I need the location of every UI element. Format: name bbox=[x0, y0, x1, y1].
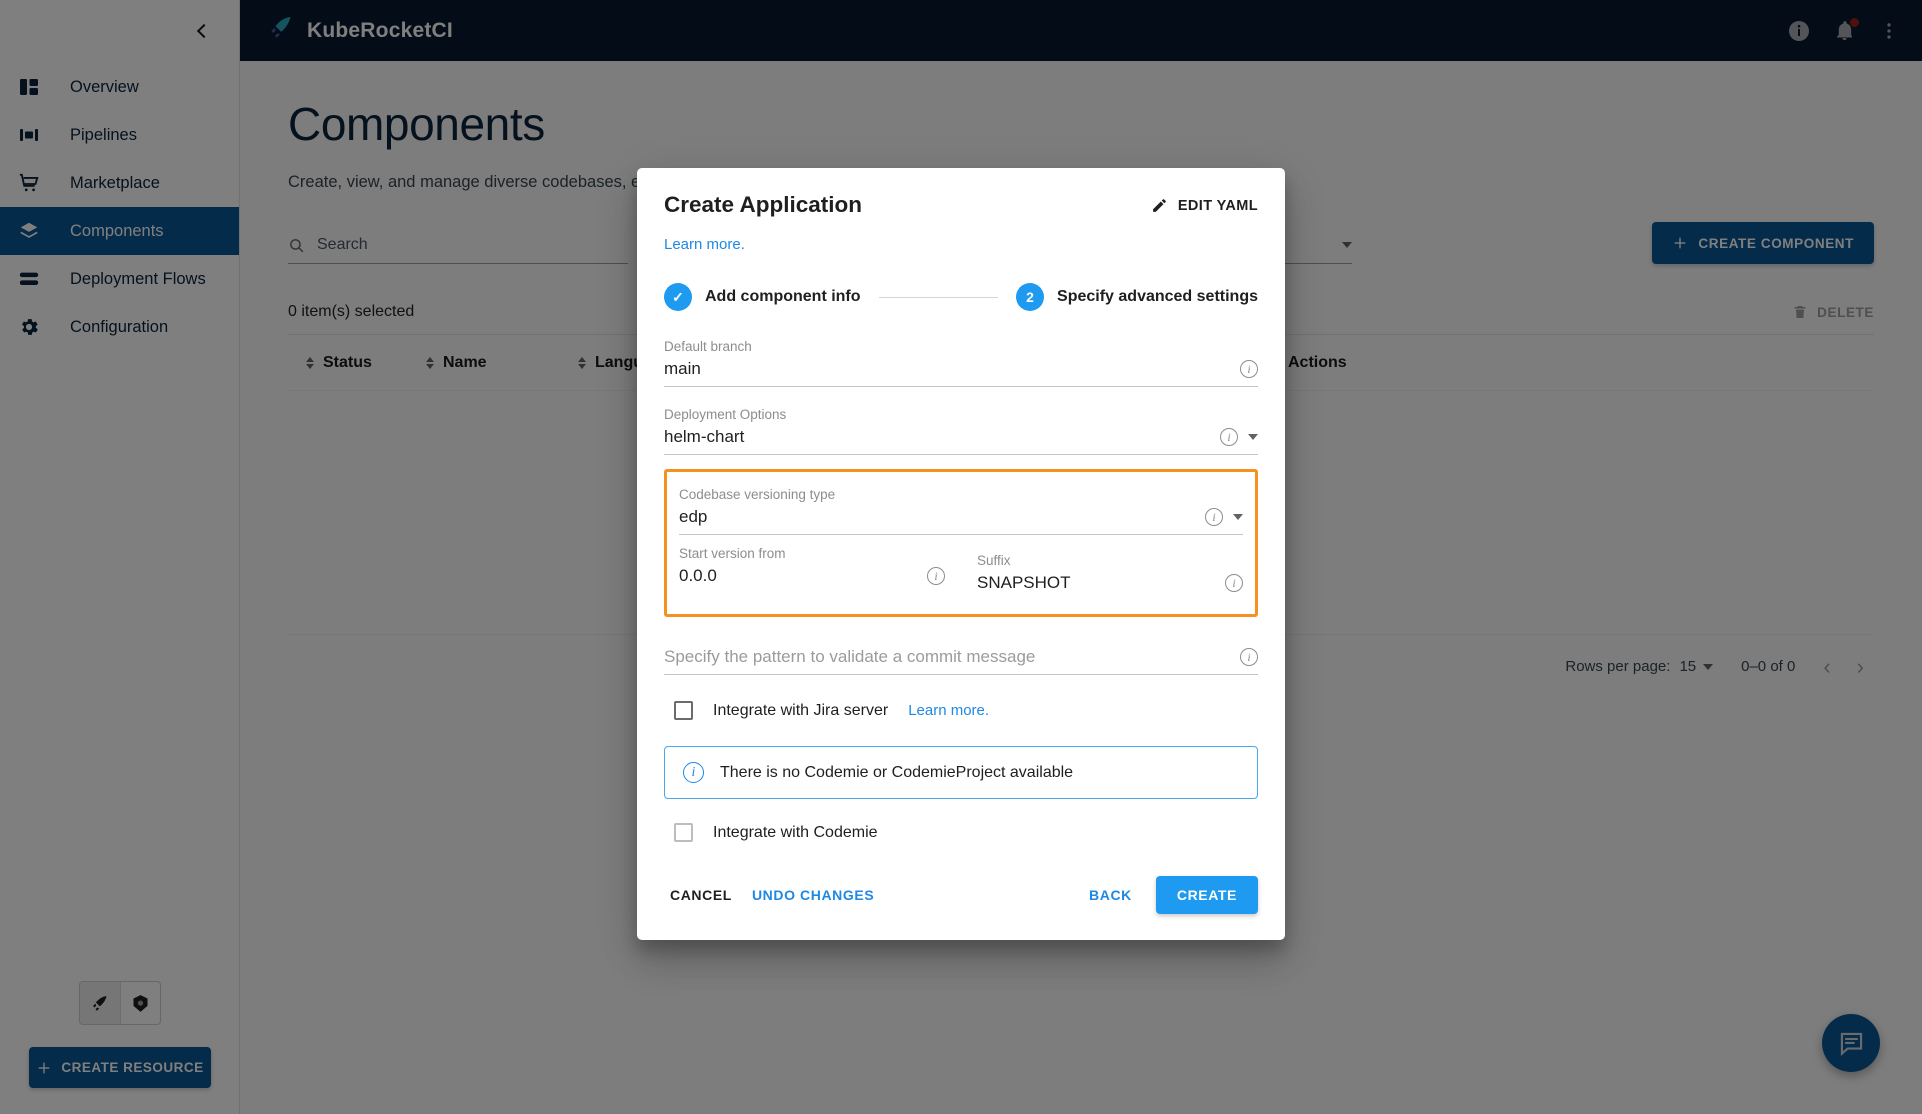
create-application-dialog: Create Application EDIT YAML Learn more.… bbox=[637, 168, 1285, 940]
step-badge: ✓ bbox=[664, 283, 692, 311]
field-label: Suffix bbox=[977, 553, 1243, 568]
field-suffix: Suffix SNAPSHOT i bbox=[977, 535, 1243, 600]
field-row[interactable]: 0.0.0 i bbox=[679, 566, 945, 593]
info-icon[interactable]: i bbox=[1205, 508, 1223, 526]
jira-learn-more-link[interactable]: Learn more. bbox=[908, 702, 989, 719]
back-button[interactable]: BACK bbox=[1075, 879, 1146, 911]
versioning-type-select[interactable]: edp bbox=[679, 507, 1195, 527]
info-icon[interactable]: i bbox=[1225, 574, 1243, 592]
stepper-connector bbox=[879, 297, 999, 298]
step-add-component-info[interactable]: ✓ Add component info bbox=[664, 283, 861, 311]
create-button[interactable]: CREATE bbox=[1156, 876, 1258, 914]
field-codebase-versioning-type: Codebase versioning type edp i bbox=[679, 476, 1243, 535]
field-row[interactable]: Specify the pattern to validate a commit… bbox=[664, 647, 1258, 675]
field-label: Codebase versioning type bbox=[679, 487, 1243, 502]
codemie-alert-text: There is no Codemie or CodemieProject av… bbox=[720, 764, 1073, 782]
info-icon[interactable]: i bbox=[1240, 648, 1258, 666]
dialog-title: Create Application bbox=[664, 192, 862, 218]
field-row[interactable]: SNAPSHOT i bbox=[977, 573, 1243, 600]
versioning-highlight-box: Codebase versioning type edp i Start ver… bbox=[664, 469, 1258, 617]
field-label: Start version from bbox=[679, 546, 945, 561]
integrate-codemie-checkbox[interactable] bbox=[674, 823, 693, 842]
field-adornments: i bbox=[927, 567, 945, 585]
suffix-input[interactable]: SNAPSHOT bbox=[977, 573, 1215, 593]
dialog-stepper: ✓ Add component info 2 Specify advanced … bbox=[664, 283, 1258, 311]
field-row[interactable]: edp i bbox=[679, 507, 1243, 535]
field-adornments: i bbox=[1225, 574, 1243, 592]
app-root: Overview Pipelines Marketplace bbox=[0, 0, 1922, 1114]
field-start-version-from: Start version from 0.0.0 i bbox=[679, 535, 945, 600]
edit-yaml-button[interactable]: EDIT YAML bbox=[1151, 192, 1258, 214]
info-icon[interactable]: i bbox=[927, 567, 945, 585]
step-badge: 2 bbox=[1016, 283, 1044, 311]
version-fields-row: Start version from 0.0.0 i Suffix SNAPSH… bbox=[679, 535, 1243, 600]
step-specify-advanced-settings[interactable]: 2 Specify advanced settings bbox=[1016, 283, 1258, 311]
field-adornments: i bbox=[1240, 360, 1258, 378]
chevron-down-icon[interactable] bbox=[1233, 514, 1243, 520]
jira-integration-row: Integrate with Jira server Learn more. bbox=[664, 675, 1258, 720]
dialog-learn-more-link[interactable]: Learn more. bbox=[637, 218, 1285, 253]
step-label: Add component info bbox=[705, 288, 861, 306]
field-adornments: i bbox=[1220, 428, 1258, 446]
dialog-body: Default branch main i Deployment Options… bbox=[637, 311, 1285, 842]
info-icon[interactable]: i bbox=[1240, 360, 1258, 378]
deployment-options-select[interactable]: helm-chart bbox=[664, 427, 1210, 447]
field-row[interactable]: helm-chart i bbox=[664, 427, 1258, 455]
start-version-input[interactable]: 0.0.0 bbox=[679, 566, 917, 586]
info-icon[interactable]: i bbox=[1220, 428, 1238, 446]
dialog-footer: CANCEL UNDO CHANGES BACK CREATE bbox=[637, 842, 1285, 940]
field-deployment-options: Deployment Options helm-chart i bbox=[664, 387, 1258, 455]
field-label: Default branch bbox=[664, 339, 1258, 354]
field-default-branch: Default branch main i bbox=[664, 319, 1258, 387]
pencil-icon bbox=[1151, 197, 1168, 214]
field-adornments: i bbox=[1205, 508, 1243, 526]
step-label: Specify advanced settings bbox=[1057, 288, 1258, 306]
edit-yaml-label: EDIT YAML bbox=[1178, 198, 1258, 214]
undo-changes-button[interactable]: UNDO CHANGES bbox=[738, 879, 888, 911]
field-row[interactable]: main i bbox=[664, 359, 1258, 387]
field-label: Deployment Options bbox=[664, 407, 1258, 422]
cancel-button[interactable]: CANCEL bbox=[664, 879, 738, 911]
integrate-jira-checkbox[interactable] bbox=[674, 701, 693, 720]
commit-pattern-input[interactable]: Specify the pattern to validate a commit… bbox=[664, 647, 1230, 667]
codemie-alert: i There is no Codemie or CodemieProject … bbox=[664, 746, 1258, 799]
integrate-jira-label: Integrate with Jira server bbox=[713, 702, 888, 720]
dialog-header: Create Application EDIT YAML bbox=[637, 168, 1285, 218]
default-branch-input[interactable]: main bbox=[664, 359, 1230, 379]
chevron-down-icon[interactable] bbox=[1248, 434, 1258, 440]
integrate-codemie-label: Integrate with Codemie bbox=[713, 824, 878, 842]
field-adornments: i bbox=[1240, 648, 1258, 666]
field-commit-message-pattern: Specify the pattern to validate a commit… bbox=[664, 617, 1258, 675]
info-icon: i bbox=[683, 762, 704, 783]
codemie-integration-row: Integrate with Codemie bbox=[664, 799, 1258, 842]
